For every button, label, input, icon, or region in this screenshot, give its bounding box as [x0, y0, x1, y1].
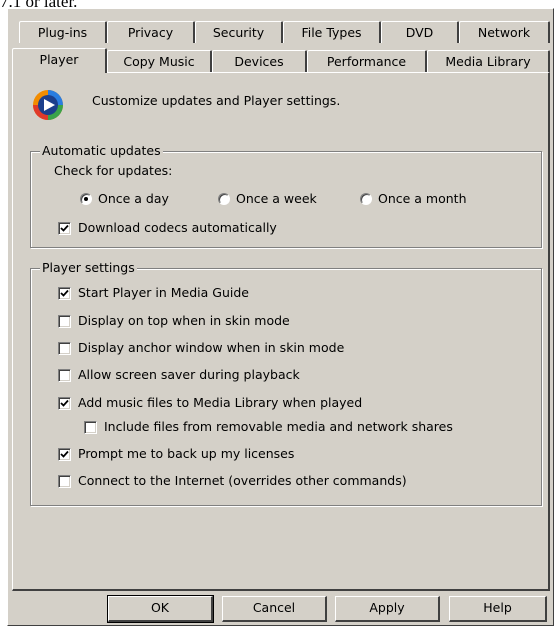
allow-screen-saver-label: Allow screen saver during playback — [78, 367, 300, 382]
cancel-button[interactable]: Cancel — [222, 596, 327, 622]
display-anchor-window-checkbox[interactable] — [58, 342, 71, 355]
player-settings-legend: Player settings — [40, 260, 137, 275]
automatic-updates-legend: Automatic updates — [40, 143, 163, 158]
display-on-top-checkbox[interactable] — [58, 315, 71, 328]
checkmark-icon — [60, 399, 69, 407]
include-removable-media-checkbox[interactable] — [84, 421, 97, 434]
connect-to-internet-label: Connect to the Internet (overrides other… — [78, 473, 407, 488]
tab-file-types[interactable]: File Types — [283, 21, 381, 43]
start-in-media-guide-checkbox[interactable] — [58, 287, 71, 300]
radio-once-a-week[interactable] — [218, 193, 230, 205]
allow-screen-saver-checkbox[interactable] — [58, 369, 71, 382]
checkmark-icon — [60, 450, 69, 458]
tab-privacy[interactable]: Privacy — [107, 21, 195, 43]
once-a-week-label: Once a week — [236, 191, 317, 206]
tab-plug-ins[interactable]: Plug-ins — [19, 21, 107, 43]
player-settings-group — [30, 268, 542, 506]
intro-text: Customize updates and Player settings. — [92, 93, 341, 108]
start-in-media-guide-label: Start Player in Media Guide — [78, 285, 249, 300]
check-for-updates-label: Check for updates: — [54, 163, 173, 178]
checkmark-icon — [60, 224, 69, 232]
tab-media-library[interactable]: Media Library — [427, 50, 550, 72]
radio-selected-dot — [84, 197, 88, 201]
tab-copy-music[interactable]: Copy Music — [107, 50, 212, 72]
prompt-backup-licenses-label: Prompt me to back up my licenses — [78, 446, 295, 461]
tab-network[interactable]: Network — [459, 21, 550, 43]
tab-devices[interactable]: Devices — [212, 50, 307, 72]
display-anchor-window-label: Display anchor window when in skin mode — [78, 340, 345, 355]
help-button[interactable]: Help — [449, 596, 547, 622]
tab-performance[interactable]: Performance — [307, 50, 427, 72]
connect-to-internet-checkbox[interactable] — [58, 475, 71, 488]
download-codecs-label: Download codecs automatically — [78, 220, 277, 235]
radio-once-a-month[interactable] — [360, 193, 372, 205]
checkmark-icon — [60, 289, 69, 297]
ok-button[interactable]: OK — [107, 595, 214, 623]
prompt-backup-licenses-checkbox[interactable] — [58, 448, 71, 461]
media-player-icon — [33, 90, 63, 120]
tab-player[interactable]: Player — [12, 48, 107, 73]
display-on-top-label: Display on top when in skin mode — [78, 313, 290, 328]
add-music-files-label: Add music files to Media Library when pl… — [78, 395, 363, 410]
once-a-month-label: Once a month — [378, 191, 467, 206]
include-removable-media-label: Include files from removable media and n… — [104, 419, 453, 434]
add-music-files-checkbox[interactable] — [58, 397, 71, 410]
tab-security[interactable]: Security — [195, 21, 283, 43]
radio-once-a-day[interactable] — [80, 193, 92, 205]
download-codecs-checkbox[interactable] — [58, 222, 71, 235]
once-a-day-label: Once a day — [98, 191, 169, 206]
apply-button[interactable]: Apply — [335, 596, 440, 622]
tab-dvd[interactable]: DVD — [381, 21, 459, 43]
